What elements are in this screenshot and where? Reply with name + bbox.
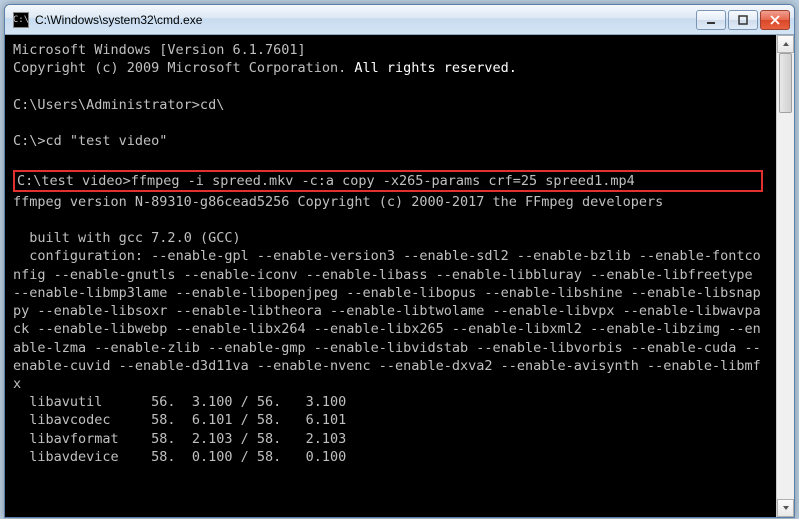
configuration-block: configuration: --enable-gpl --enable-ver… bbox=[13, 248, 761, 392]
close-button[interactable] bbox=[760, 10, 790, 30]
titlebar[interactable]: C:\ C:\Windows\system32\cmd.exe bbox=[5, 5, 794, 35]
copyright-line: Copyright (c) 2009 Microsoft Corporation… bbox=[13, 60, 346, 76]
ffmpeg-command-line: C:\test video>ffmpeg -i spreed.mkv -c:a … bbox=[17, 173, 635, 189]
maximize-button[interactable] bbox=[728, 10, 758, 30]
rights-reserved: All rights reserved. bbox=[346, 60, 517, 76]
scroll-up-button[interactable] bbox=[777, 35, 794, 53]
os-version-line: Microsoft Windows [Version 6.1.7601] bbox=[13, 42, 306, 58]
cmd-icon: C:\ bbox=[13, 12, 29, 28]
scrollbar-track[interactable] bbox=[777, 53, 794, 499]
window-title: C:\Windows\system32\cmd.exe bbox=[35, 13, 696, 27]
ffmpeg-version-line: ffmpeg version N-89310-g86cead5256 Copyr… bbox=[13, 194, 663, 210]
window-controls bbox=[696, 10, 790, 30]
terminal-container: Microsoft Windows [Version 6.1.7601] Cop… bbox=[5, 35, 794, 517]
scroll-down-button[interactable] bbox=[777, 499, 794, 517]
cmd-window: C:\ C:\Windows\system32\cmd.exe Microsof… bbox=[4, 4, 795, 518]
terminal-output[interactable]: Microsoft Windows [Version 6.1.7601] Cop… bbox=[7, 37, 769, 515]
gcc-line: built with gcc 7.2.0 (GCC) bbox=[13, 230, 241, 246]
vertical-scrollbar[interactable] bbox=[776, 35, 794, 517]
minimize-button[interactable] bbox=[696, 10, 726, 30]
scrollbar-thumb[interactable] bbox=[779, 53, 792, 113]
prompt-cd-root: C:\Users\Administrator>cd\ bbox=[13, 97, 224, 113]
lib-versions: libavutil 56. 3.100 / 56. 3.100 libavcod… bbox=[13, 394, 346, 465]
highlighted-command: C:\test video>ffmpeg -i spreed.mkv -c:a … bbox=[13, 170, 763, 192]
prompt-cd-testvideo: C:\>cd "test video" bbox=[13, 133, 167, 149]
